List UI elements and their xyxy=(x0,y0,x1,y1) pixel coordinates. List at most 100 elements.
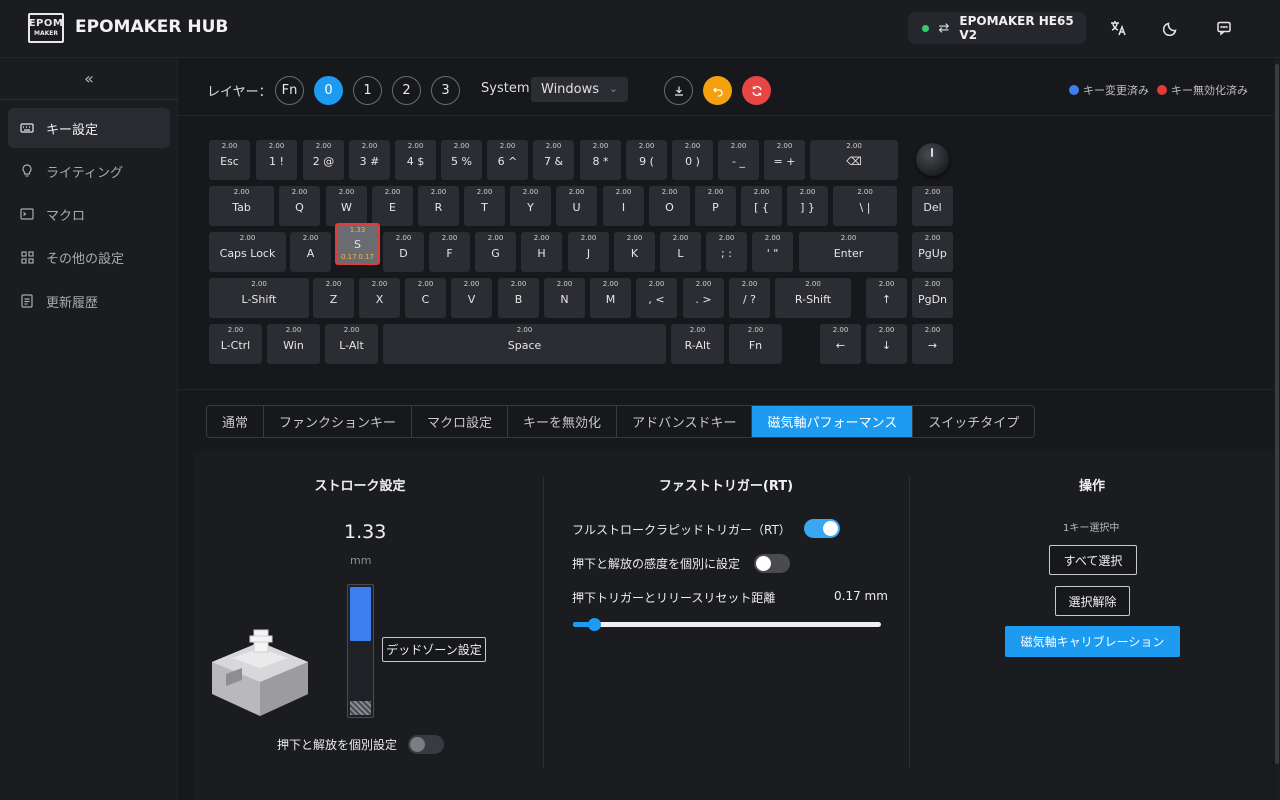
system-select[interactable]: Windows ⌄ xyxy=(531,77,628,102)
translate-icon[interactable] xyxy=(1107,17,1129,39)
key-symbol[interactable]: 2.00 = + xyxy=(764,140,805,180)
key-symbol[interactable]: 2.00 [ { xyxy=(741,186,782,226)
tab-switch-type[interactable]: スイッチタイプ xyxy=(913,406,1035,437)
key-x[interactable]: 2.00 X xyxy=(359,278,400,318)
key-l[interactable]: 2.00 L xyxy=(660,232,701,272)
key-enter[interactable]: 2.00 Enter xyxy=(799,232,898,272)
separate-press-release-toggle[interactable] xyxy=(408,735,444,754)
key-symbol[interactable]: 2.00 ⌫ xyxy=(810,140,898,180)
key-s[interactable]: 1.33 S 0.17 0.17 xyxy=(335,223,380,265)
key-m[interactable]: 2.00 M xyxy=(590,278,631,318)
sidebar-item-macro[interactable]: マクロ xyxy=(8,194,170,234)
key-c[interactable]: 2.00 C xyxy=(405,278,446,318)
tab-magnetic-performance[interactable]: 磁気軸パフォーマンス xyxy=(752,406,914,437)
device-selector[interactable]: ⇄ EPOMAKER HE65 V2 xyxy=(908,12,1086,44)
key-1[interactable]: 2.00 1 ! xyxy=(256,140,297,180)
key-r[interactable]: 2.00 R xyxy=(418,186,459,226)
key-p[interactable]: 2.00 P xyxy=(695,186,736,226)
key-l-alt[interactable]: 2.00 L-Alt xyxy=(325,324,378,364)
key-symbol[interactable]: 2.00 ; : xyxy=(706,232,747,272)
trigger-distance-slider[interactable] xyxy=(573,618,881,631)
key-pgup[interactable]: 2.00 PgUp xyxy=(912,232,953,272)
tab-macro-settings[interactable]: マクロ設定 xyxy=(412,406,509,437)
select-all-button[interactable]: すべて選択 xyxy=(1049,545,1137,575)
key-b[interactable]: 2.00 B xyxy=(498,278,539,318)
key-0[interactable]: 2.00 0 ) xyxy=(672,140,713,180)
sidebar-item-update-history[interactable]: 更新履歴 xyxy=(8,281,170,321)
key-symbol[interactable]: 2.00 - _ xyxy=(718,140,759,180)
deselect-button[interactable]: 選択解除 xyxy=(1055,586,1130,616)
tab-normal[interactable]: 通常 xyxy=(207,406,265,437)
key-a[interactable]: 2.00 A xyxy=(290,232,331,272)
key-8[interactable]: 2.00 8 * xyxy=(580,140,621,180)
key-symbol[interactable]: 2.00 \ | xyxy=(833,186,897,226)
key-f[interactable]: 2.00 F xyxy=(429,232,470,272)
key-3[interactable]: 2.00 3 # xyxy=(349,140,390,180)
key-esc[interactable]: 2.00 Esc xyxy=(209,140,250,180)
key-g[interactable]: 2.00 G xyxy=(475,232,516,272)
layer-button-2[interactable]: 2 xyxy=(392,76,421,105)
key-4[interactable]: 2.00 4 $ xyxy=(395,140,436,180)
key-l-shift[interactable]: 2.00 L-Shift xyxy=(209,278,309,318)
magnetic-calibration-button[interactable]: 磁気軸キャリブレーション xyxy=(1005,626,1180,657)
theme-moon-icon[interactable] xyxy=(1160,17,1182,39)
scrollbar-thumb[interactable] xyxy=(1275,64,1279,764)
key-q[interactable]: 2.00 Q xyxy=(279,186,320,226)
key-o[interactable]: 2.00 O xyxy=(649,186,690,226)
key-caps-lock[interactable]: 2.00 Caps Lock xyxy=(209,232,286,272)
key-l-ctrl[interactable]: 2.00 L-Ctrl xyxy=(209,324,262,364)
layer-button-fn[interactable]: Fn xyxy=(275,76,304,105)
layer-button-3[interactable]: 3 xyxy=(431,76,460,105)
layer-button-0[interactable]: 0 xyxy=(314,76,343,105)
key-u[interactable]: 2.00 U xyxy=(556,186,597,226)
key-z[interactable]: 2.00 Z xyxy=(313,278,354,318)
sidebar-item-lighting[interactable]: ライティング xyxy=(8,151,170,191)
key-9[interactable]: 2.00 9 ( xyxy=(626,140,667,180)
key-7[interactable]: 2.00 7 & xyxy=(533,140,574,180)
key-symbol[interactable]: 2.00 ↑ xyxy=(866,278,907,318)
full-stroke-rt-toggle[interactable] xyxy=(804,519,840,538)
download-button[interactable] xyxy=(664,76,693,105)
separate-sensitivity-toggle[interactable] xyxy=(754,554,790,573)
feedback-chat-icon[interactable] xyxy=(1213,17,1235,39)
key-symbol[interactable]: 2.00] } xyxy=(787,186,828,226)
key-symbol[interactable]: 2.00 , < xyxy=(636,278,677,318)
key-r-alt[interactable]: 2.00 R-Alt xyxy=(671,324,724,364)
key-n[interactable]: 2.00 N xyxy=(544,278,585,318)
tab-advanced-key[interactable]: アドバンスドキー xyxy=(617,406,753,437)
key-symbol[interactable]: 2.00 / ? xyxy=(729,278,770,318)
key-space[interactable]: 2.00 Space xyxy=(383,324,666,364)
collapse-sidebar-icon[interactable]: « xyxy=(0,58,178,100)
key-6[interactable]: 2.00 6 ^ xyxy=(487,140,528,180)
key-d[interactable]: 2.00 D xyxy=(383,232,424,272)
key-j[interactable]: 2.00 J xyxy=(568,232,609,272)
key-win[interactable]: 2.00 Win xyxy=(267,324,320,364)
key-del[interactable]: 2.00 Del xyxy=(912,186,953,226)
key-fn[interactable]: 2.00 Fn xyxy=(729,324,782,364)
sidebar-item-other-settings[interactable]: その他の設定 xyxy=(8,237,170,277)
key-symbol[interactable]: 2.00 → xyxy=(912,324,953,364)
key-pgdn[interactable]: 2.00 PgDn xyxy=(912,278,953,318)
key-r-shift[interactable]: 2.00 R-Shift xyxy=(775,278,851,318)
deadzone-settings-button[interactable]: デッドゾーン設定 xyxy=(382,637,486,662)
scrollbar[interactable] xyxy=(1274,58,1280,800)
undo-button[interactable] xyxy=(703,76,732,105)
key-symbol[interactable]: 2.00 . > xyxy=(683,278,724,318)
key-5[interactable]: 2.00 5 % xyxy=(441,140,482,180)
key-symbol[interactable]: 2.00 ↓ xyxy=(866,324,907,364)
key-i[interactable]: 2.00 I xyxy=(603,186,644,226)
sidebar-item-key-settings[interactable]: キー設定 xyxy=(8,108,170,148)
tab-disable-key[interactable]: キーを無効化 xyxy=(508,406,618,437)
key-symbol[interactable]: 2.00 ' " xyxy=(752,232,793,272)
tab-function-key[interactable]: ファンクションキー xyxy=(264,406,413,437)
reset-button[interactable] xyxy=(742,76,771,105)
rotary-knob[interactable] xyxy=(916,143,949,176)
key-h[interactable]: 2.00 H xyxy=(521,232,562,272)
layer-button-1[interactable]: 1 xyxy=(353,76,382,105)
key-v[interactable]: 2.00 V xyxy=(451,278,492,318)
key-w[interactable]: 2.00 W xyxy=(326,186,367,226)
key-tab[interactable]: 2.00 Tab xyxy=(209,186,274,226)
key-y[interactable]: 2.00 Y xyxy=(510,186,551,226)
key-symbol[interactable]: 2.00 ← xyxy=(820,324,861,364)
key-t[interactable]: 2.00 T xyxy=(464,186,505,226)
